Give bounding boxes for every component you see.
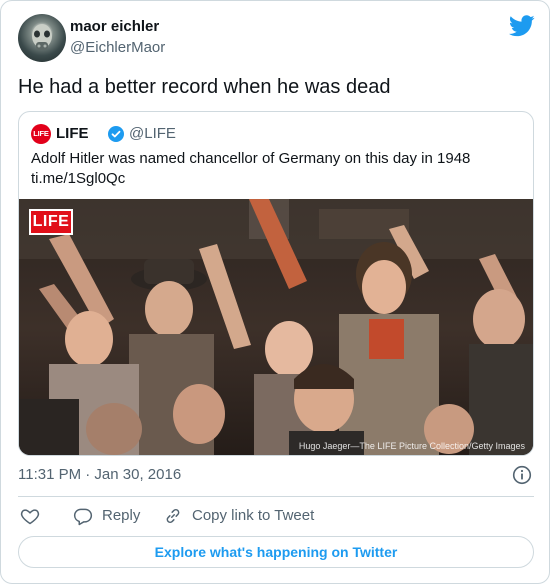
- copy-link-button[interactable]: Copy link to Tweet: [163, 506, 314, 526]
- author-handle[interactable]: @EichlerMaor: [70, 39, 165, 57]
- life-logo-icon: LIFE: [31, 124, 51, 144]
- photo-credit: Hugo Jaeger—The LIFE Picture Collection/…: [298, 441, 525, 451]
- tweet-timestamp[interactable]: 11:31 PM · Jan 30, 2016: [18, 466, 181, 484]
- tweet-text: He had a better record when he was dead: [18, 76, 391, 98]
- info-icon[interactable]: [512, 465, 532, 485]
- verified-badge-icon: [108, 126, 124, 142]
- explore-twitter-button[interactable]: Explore what's happening on Twitter: [18, 536, 534, 568]
- link-icon: [166, 508, 180, 524]
- quoted-text-line: Adolf Hitler was named chancellor of Ger…: [31, 150, 471, 167]
- twitter-bird-icon[interactable]: [509, 15, 535, 37]
- author-name[interactable]: maor eichler: [70, 18, 159, 36]
- crowd-photo-illustration: [19, 199, 533, 455]
- divider: [18, 496, 534, 497]
- quoted-link[interactable]: ti.me/1Sgl0Qc: [31, 169, 511, 189]
- quoted-tweet[interactable]: LIFE LIFE @LIFE Adolf Hitler was named c…: [18, 111, 534, 456]
- reply-label: Reply: [102, 507, 141, 524]
- tweet-embed-card: maor eichler @EichlerMaor He had a bette…: [0, 0, 550, 584]
- avatar[interactable]: [18, 14, 66, 62]
- life-watermark-badge: LIFE: [29, 209, 73, 235]
- quoted-author-handle[interactable]: @LIFE: [129, 125, 176, 143]
- quoted-photo[interactable]: LIFE Hugo Jaeger—The LIFE Picture Collec…: [19, 199, 533, 455]
- quoted-author-name[interactable]: LIFE: [56, 125, 89, 143]
- reply-bubble-icon: [73, 508, 93, 526]
- quoted-tweet-text: Adolf Hitler was named chancellor of Ger…: [31, 149, 511, 189]
- copy-link-label: Copy link to Tweet: [192, 507, 315, 524]
- heart-icon[interactable]: [20, 506, 40, 526]
- reply-button[interactable]: Reply: [73, 506, 140, 526]
